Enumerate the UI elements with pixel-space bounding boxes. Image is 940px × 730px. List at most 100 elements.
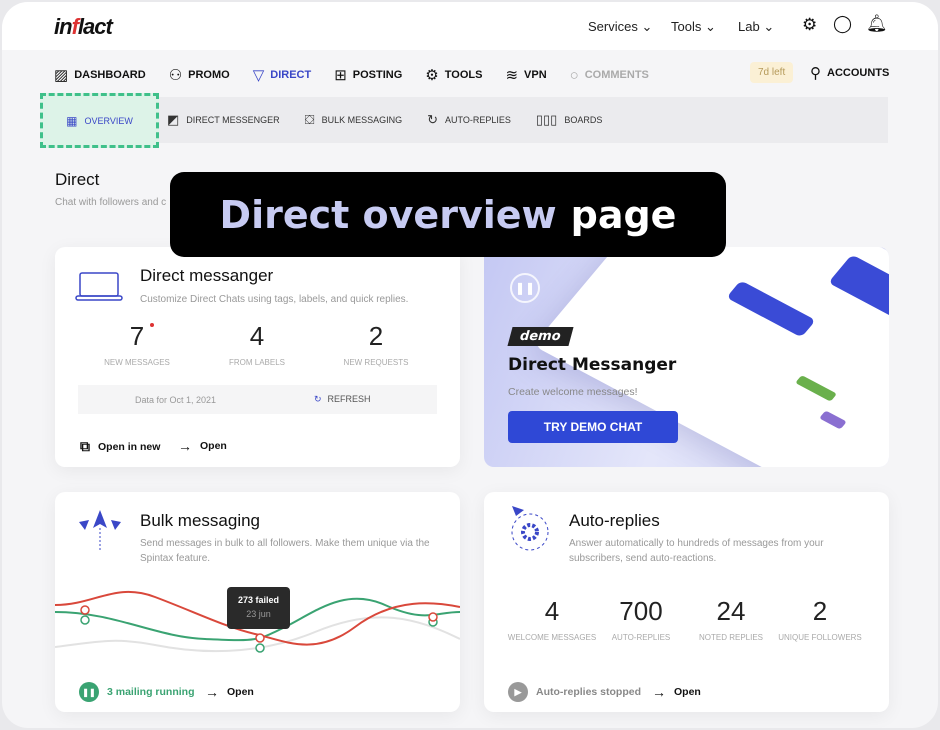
laptop-icon: [75, 272, 123, 301]
accounts-button[interactable]: ⚲ ACCOUNTS: [810, 64, 889, 82]
overlay-banner: Direct overview page: [170, 172, 726, 257]
card-title: Auto-replies: [569, 511, 660, 530]
top-bar: inflact Services ⌄ Tools ⌄ Lab ⌄ ⚙ ◯ 🔔︎: [2, 2, 938, 50]
stat-value: 7: [129, 321, 145, 351]
nav-label: PROMO: [188, 69, 230, 81]
subnav-overview[interactable]: ▦ OVERVIEW: [40, 93, 159, 148]
nav-posting[interactable]: ⊞ POSTING: [334, 66, 402, 84]
menu-tools[interactable]: Tools ⌄: [671, 19, 716, 35]
refresh-icon: ↻: [314, 394, 322, 404]
subnav-label: DIRECT MESSENGER: [186, 115, 280, 125]
link-label: Open: [200, 440, 227, 452]
bell-icon[interactable]: 🔔︎: [866, 14, 888, 34]
data-point: [255, 633, 265, 643]
arrow-right-icon: →: [652, 684, 666, 700]
refresh-button[interactable]: ↻ REFRESH: [314, 394, 371, 405]
stat-from-labels: 4 FROM LABELS: [197, 321, 317, 367]
stat-label: UNIQUE FOLLOWERS: [778, 633, 862, 642]
comment-icon: ○: [569, 66, 579, 84]
open-link[interactable]: → Open: [652, 684, 701, 700]
pause-button[interactable]: ❚❚: [510, 273, 540, 303]
data-bar: Data for Oct 1, 2021 ↻ REFRESH: [78, 385, 437, 414]
menu-services[interactable]: Services ⌄: [588, 19, 652, 35]
page-description: Chat with followers and c: [55, 197, 167, 208]
chat-icon[interactable]: ◯: [833, 14, 852, 34]
stat-label: NEW MESSAGES: [104, 358, 170, 367]
paper-planes-icon: [79, 510, 121, 552]
stat-value: 2: [368, 321, 384, 351]
autoreplies-card: Auto-replies Answer automatically to hun…: [484, 492, 889, 712]
unread-dot: [150, 323, 154, 327]
nav-comments[interactable]: ○ COMMENTS: [570, 67, 649, 84]
nav-vpn[interactable]: ≋ VPN: [505, 66, 546, 84]
user-add-icon: ⚲: [810, 65, 821, 82]
data-point: [255, 643, 265, 653]
card-description: Send messages in bulk to all followers. …: [140, 538, 430, 564]
card-description: Answer automatically to hundreds of mess…: [569, 538, 824, 564]
send-icon: ◩: [167, 112, 180, 127]
nav-direct[interactable]: ▽ DIRECT: [244, 66, 333, 99]
funnel-icon: ▽: [252, 67, 265, 84]
refresh-label: REFRESH: [327, 394, 371, 404]
subnav-boards[interactable]: ▯▯▯ BOARDS: [536, 112, 602, 128]
subnav-label: OVERVIEW: [84, 115, 133, 126]
data-point: [80, 615, 90, 625]
data-point: [80, 605, 90, 615]
tooltip-date: 23 jun: [246, 609, 271, 619]
app-window: inflact Services ⌄ Tools ⌄ Lab ⌄ ⚙ ◯ 🔔︎ …: [2, 2, 938, 728]
stat-label: NEW REQUESTS: [343, 358, 409, 367]
subnav-direct-messenger[interactable]: ◩ DIRECT MESSENGER: [167, 112, 280, 128]
subnav-bulk-messaging[interactable]: ⛋ BULK MESSAGING: [305, 112, 402, 128]
nav-label: DASHBOARD: [74, 69, 146, 81]
auto-reply-icon: ↻: [427, 112, 438, 127]
open-link[interactable]: → Open: [178, 438, 227, 454]
try-demo-chat-button[interactable]: TRY DEMO CHAT: [508, 411, 678, 443]
autoreplies-status[interactable]: ▶ Auto-replies stopped: [508, 682, 641, 702]
status-label: 3 mailing running: [107, 686, 195, 698]
chart-tooltip: 273 failed 23 jun: [227, 587, 290, 629]
card-description: Customize Direct Chats using tags, label…: [140, 294, 409, 305]
arrow-right-icon: →: [205, 684, 219, 700]
stat-new-messages: 7 NEW MESSAGES: [77, 321, 197, 367]
nav-dashboard[interactable]: ▨ DASHBOARD: [54, 66, 146, 84]
logo[interactable]: inflact: [54, 14, 113, 40]
nav-tools[interactable]: ⚙ TOOLS: [425, 66, 482, 84]
sub-nav: ◩ DIRECT MESSENGER ⛋ BULK MESSAGING ↻ AUTO-…: [55, 97, 888, 143]
wifi-icon: ≋: [505, 67, 519, 84]
link-label: Open: [674, 686, 701, 698]
demo-subtitle: Create welcome messages!: [508, 386, 638, 398]
link-label: Open: [227, 686, 254, 698]
subnav-label: BULK MESSAGING: [321, 115, 403, 125]
status-label: Auto-replies stopped: [536, 686, 642, 698]
nav-label: POSTING: [352, 69, 403, 81]
open-in-new-link[interactable]: ⧉ Open in new: [80, 438, 160, 455]
gear-icon[interactable]: ⚙: [802, 15, 817, 35]
boards-icon: ▯▯▯: [535, 112, 558, 127]
data-date: Data for Oct 1, 2021: [135, 395, 217, 405]
chart-icon: ▨: [54, 67, 69, 84]
banner-text: page: [570, 192, 677, 237]
nav-promo[interactable]: ⚇ PROMO: [169, 66, 230, 84]
subnav-auto-replies[interactable]: ↻ AUTO-REPLIES: [427, 112, 511, 128]
open-link[interactable]: → Open: [205, 684, 254, 700]
page-title: Direct: [55, 170, 100, 189]
demo-title: Direct Messanger: [508, 355, 677, 375]
menu-label: Lab: [738, 19, 760, 34]
nav-label: VPN: [524, 69, 547, 81]
subnav-label: AUTO-REPLIES: [445, 115, 511, 125]
pause-icon: ❚❚: [79, 682, 99, 702]
stat-value: 2: [812, 596, 828, 626]
trial-badge: 7d left: [750, 62, 794, 83]
mailing-status[interactable]: ❚❚ 3 mailing running: [79, 682, 195, 702]
users-icon: ⚇: [168, 67, 183, 84]
menu-lab[interactable]: Lab ⌄: [738, 19, 774, 35]
gears-icon: ⚙: [425, 67, 439, 84]
plus-square-icon: ⊞: [334, 67, 347, 84]
bulk-icon: ⛋: [304, 112, 315, 127]
data-point: [428, 612, 438, 622]
banner-highlight: Direct overview: [219, 192, 557, 237]
external-link-icon: ⧉: [80, 438, 90, 454]
stat-label: FROM LABELS: [228, 358, 285, 367]
demo-tag: demo: [507, 327, 574, 346]
nav-label: TOOLS: [444, 69, 483, 81]
